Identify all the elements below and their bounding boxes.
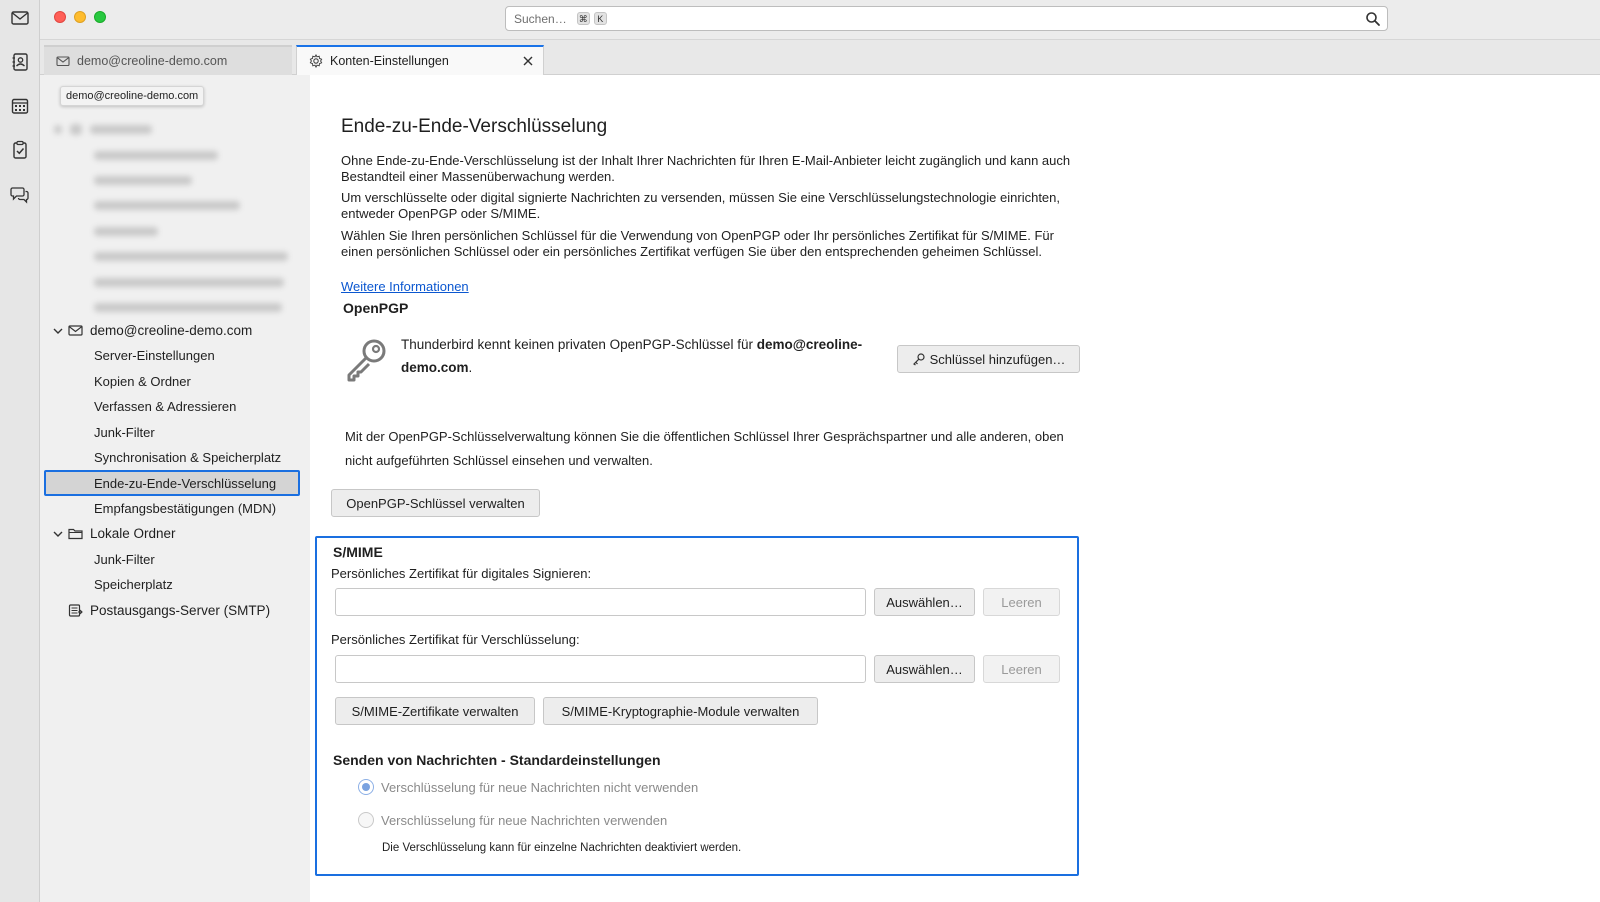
openpgp-status-suffix: .	[468, 360, 473, 375]
account-row[interactable]: demo@creoline-demo.com	[40, 318, 310, 343]
chat-space-button[interactable]	[8, 182, 32, 206]
sidebar-item-label: Junk-Filter	[94, 552, 155, 567]
account-label: demo@creoline-demo.com	[90, 323, 253, 338]
tab-bar: demo@creoline-demo.com Konten-Einstellun…	[40, 40, 1600, 75]
add-key-button[interactable]: Schlüssel hinzufügen…	[897, 345, 1080, 373]
manage-openpgp-keys-button[interactable]: OpenPGP-Schlüssel verwalten	[331, 489, 540, 517]
sidebar-item-label: Server-Einstellungen	[94, 348, 215, 363]
close-window-button[interactable]	[54, 11, 66, 23]
settings-gear-icon	[309, 54, 323, 68]
search-placeholder: Suchen…	[514, 11, 567, 26]
mail-space-button[interactable]	[8, 6, 32, 30]
encryption-note: Die Verschlüsselung kann für einzelne Na…	[382, 842, 742, 854]
sign-cert-select-button[interactable]: Auswählen…	[874, 588, 975, 616]
zoom-window-button[interactable]	[94, 11, 106, 23]
radio-use-encryption-label: Verschlüsselung für neue Nachrichten ver…	[381, 812, 668, 828]
shortcut-k-key: K	[593, 12, 607, 25]
sidebar-item-label: Verfassen & Adressieren	[94, 399, 237, 414]
close-icon[interactable]	[521, 54, 535, 68]
smtp-label: Postausgangs-Server (SMTP)	[90, 603, 271, 618]
settings-content: Ende-zu-Ende-Verschlüsselung Ohne Ende-z…	[310, 75, 1600, 902]
radio-no-encryption-label: Verschlüsselung für neue Nachrichten nic…	[381, 779, 699, 795]
sidebar-item-label: Empfangsbestätigungen (MDN)	[94, 501, 277, 516]
title-bar: Suchen… ⌘ K	[0, 0, 1600, 40]
sidebar-item-label: Speicherplatz	[94, 577, 173, 592]
openpgp-status-prefix: Thunderbird kennt keinen privaten OpenPG…	[401, 337, 757, 352]
chevron-down-icon[interactable]	[52, 528, 64, 540]
tab-label: Konten-Einstellungen	[330, 54, 449, 68]
sign-cert-field[interactable]	[335, 588, 866, 616]
chat-icon	[10, 187, 29, 204]
minimize-window-button[interactable]	[74, 11, 86, 23]
radio-use-encryption[interactable]: Verschlüsselung für neue Nachrichten ver…	[358, 812, 667, 828]
sign-cert-clear-button[interactable]: Leeren	[983, 588, 1060, 616]
tasks-space-button[interactable]	[8, 138, 32, 162]
calendar-icon	[11, 98, 29, 114]
page-title: Ende-zu-Ende-Verschlüsselung	[341, 116, 608, 137]
add-key-label: Schlüssel hinzufügen…	[929, 351, 1066, 367]
sidebar-item-receipts[interactable]: Empfangsbestätigungen (MDN)	[40, 496, 310, 521]
shortcut-cmd-key: ⌘	[576, 12, 590, 25]
blurred-account-tree	[40, 115, 310, 315]
intro-paragraph-2: Um verschlüsselte oder digital signierte…	[341, 190, 1060, 221]
sidebar-item-composition[interactable]: Verfassen & Adressieren	[40, 394, 310, 419]
sidebar-item-sync-storage[interactable]: Synchronisation & Speicherplatz	[40, 445, 310, 470]
sign-cert-label: Persönliches Zertifikat für digitales Si…	[331, 566, 592, 581]
send-defaults-heading: Senden von Nachrichten - Standardeinstel…	[333, 752, 661, 768]
tasks-icon	[13, 140, 27, 159]
search-icon[interactable]	[1365, 11, 1381, 27]
outgoing-server-icon	[68, 604, 83, 617]
address-book-icon	[12, 53, 28, 71]
global-search-input[interactable]: Suchen… ⌘ K	[505, 6, 1388, 31]
manage-smime-certs-button[interactable]: S/MIME-Zertifikate verwalten	[335, 697, 535, 725]
encrypt-cert-select-button[interactable]: Auswählen…	[874, 655, 975, 683]
encrypt-cert-label: Persönliches Zertifikat für Verschlüssel…	[331, 632, 580, 647]
sidebar-item-smtp[interactable]: Postausgangs-Server (SMTP)	[40, 598, 310, 623]
account-settings-sidebar: demo@creoline-demo.com demo@creoline-dem…	[40, 75, 310, 902]
local-folders-label: Lokale Ordner	[90, 526, 176, 541]
sidebar-item-local-storage[interactable]: Speicherplatz	[40, 572, 310, 597]
openpgp-heading: OpenPGP	[343, 300, 409, 316]
calendar-space-button[interactable]	[8, 94, 32, 118]
mail-icon	[11, 11, 29, 25]
more-info-link[interactable]: Weitere Informationen	[341, 279, 469, 294]
spaces-toolbar	[0, 0, 40, 902]
sidebar-item-label: Ende-zu-Ende-Verschlüsselung	[94, 475, 277, 491]
radio-unchecked-icon[interactable]	[358, 812, 374, 828]
sidebar-item-local-junk-filter[interactable]: Junk-Filter	[40, 547, 310, 572]
intro-paragraph-1: Ohne Ende-zu-Ende-Verschlüsselung ist de…	[341, 153, 1071, 184]
local-folders-row[interactable]: Lokale Ordner	[40, 521, 310, 546]
sidebar-item-copies-folders[interactable]: Kopien & Ordner	[40, 369, 310, 394]
radio-no-encryption[interactable]: Verschlüsselung für neue Nachrichten nic…	[358, 779, 698, 795]
manage-smime-modules-button[interactable]: S/MIME-Kryptographie-Module verwalten	[543, 697, 818, 725]
sidebar-item-label: Junk-Filter	[94, 425, 155, 440]
sidebar-item-label: Synchronisation & Speicherplatz	[94, 450, 282, 465]
sidebar-item-e2e-encryption[interactable]: Ende-zu-Ende-Verschlüsselung	[44, 470, 300, 496]
add-key-icon	[912, 353, 925, 366]
sidebar-item-junk-filter[interactable]: Junk-Filter	[40, 420, 310, 445]
encrypt-cert-clear-button[interactable]: Leeren	[983, 655, 1060, 683]
key-icon	[347, 339, 386, 382]
openpgp-status: Thunderbird kennt keinen privaten OpenPG…	[401, 333, 881, 379]
openpgp-manager-text: Mit der OpenPGP-Schlüsselverwaltung könn…	[345, 429, 1064, 468]
tab-mail-account[interactable]: demo@creoline-demo.com	[44, 45, 292, 75]
encrypt-cert-field[interactable]	[335, 655, 866, 683]
intro-paragraph-3: Wählen Sie Ihren persönlichen Schlüssel …	[341, 228, 1054, 259]
sidebar-item-server-settings[interactable]: Server-Einstellungen	[40, 343, 310, 368]
mail-icon	[68, 325, 83, 336]
radio-checked-icon[interactable]	[358, 779, 374, 795]
smime-heading: S/MIME	[333, 544, 383, 560]
sidebar-item-label: Kopien & Ordner	[94, 374, 191, 389]
account-tooltip: demo@creoline-demo.com	[60, 86, 205, 106]
address-book-space-button[interactable]	[8, 50, 32, 74]
mail-icon	[56, 56, 70, 67]
tab-account-settings[interactable]: Konten-Einstellungen	[296, 45, 544, 75]
folder-icon	[68, 528, 83, 540]
chevron-down-icon[interactable]	[52, 325, 64, 337]
tab-label: demo@creoline-demo.com	[77, 54, 228, 68]
